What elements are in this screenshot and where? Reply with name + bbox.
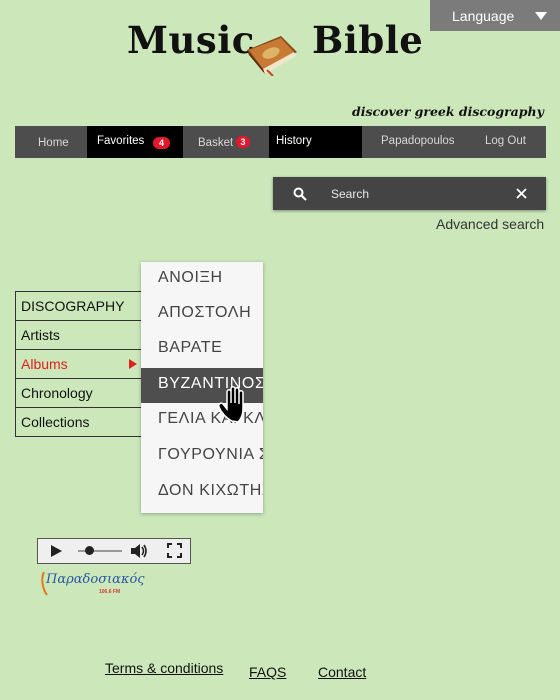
- nav-logout-label: Log Out: [485, 135, 526, 147]
- album-item[interactable]: ΑΠΟΣΤΟΛΗ: [141, 297, 263, 332]
- nav-history[interactable]: History: [269, 126, 362, 158]
- album-item-label: ΓΟΥΡΟΥΝΙΑ Σ: [158, 446, 263, 463]
- nav-user[interactable]: Papadopoulos: [362, 126, 467, 158]
- nav-user-label: Papadopoulos: [381, 135, 455, 147]
- menu-item-discography[interactable]: DISCOGRAPHY: [16, 292, 141, 321]
- discography-menu: DISCOGRAPHY Artists Albums Chronology Co…: [15, 291, 141, 437]
- language-dropdown[interactable]: Language: [430, 0, 560, 31]
- logo-word-music: Music: [127, 18, 255, 62]
- nav-history-label: History: [276, 135, 312, 147]
- album-item[interactable]: ΒΑΡΑΤΕ: [141, 332, 263, 367]
- advanced-search-link[interactable]: Advanced search: [436, 216, 544, 232]
- audio-player: [37, 538, 191, 564]
- contact-link[interactable]: Contact: [318, 664, 366, 680]
- menu-item-artists[interactable]: Artists: [16, 321, 141, 350]
- search-input[interactable]: [329, 183, 493, 205]
- nav-favorites-label: Favorites: [97, 135, 145, 147]
- book-logo-icon: [247, 36, 297, 76]
- album-item-label: ΑΠΟΣΤΟΛΗ: [158, 304, 252, 321]
- search-icon[interactable]: [293, 187, 307, 201]
- nav-logout[interactable]: Log Out: [467, 126, 546, 158]
- menu-item-albums[interactable]: Albums: [16, 350, 141, 379]
- radio-station-logo[interactable]: Παραδοσιακός 106.6 FM: [41, 568, 145, 603]
- language-label: Language: [452, 8, 515, 24]
- volume-icon[interactable]: [130, 542, 148, 560]
- hand-cursor-icon: [218, 386, 244, 423]
- album-item[interactable]: ΔΟΝ ΚΙΧΩΤΗΣ: [141, 475, 263, 510]
- album-item-label: ΑΝΟΙΞΗ: [158, 269, 223, 286]
- faqs-link[interactable]: FAQS: [249, 664, 286, 680]
- nav-basket-label: Basket: [198, 137, 234, 149]
- menu-item-chronology[interactable]: Chronology: [16, 379, 141, 408]
- close-icon[interactable]: [516, 188, 527, 199]
- chevron-down-icon: [535, 12, 547, 20]
- album-item[interactable]: ΓΟΥΡΟΥΝΙΑ Σ: [141, 439, 263, 474]
- menu-item-label: Chronology: [21, 385, 93, 401]
- nav-home-label: Home: [38, 137, 69, 149]
- album-item[interactable]: ΑΝΟΙΞΗ: [141, 262, 263, 297]
- nav-home[interactable]: Home: [15, 126, 87, 158]
- album-item-label: ΔΟΝ ΚΙΧΩΤΗΣ: [158, 482, 263, 499]
- tagline: discover greek discography: [352, 104, 544, 119]
- main-nav: Home Favorites 4 Basket 3 History Papado…: [15, 126, 546, 158]
- chevron-right-icon: [129, 359, 137, 369]
- album-item-label: ΒΑΡΑΤΕ: [158, 339, 223, 356]
- progress-knob[interactable]: [85, 546, 94, 555]
- play-icon[interactable]: [50, 544, 63, 558]
- nav-favorites[interactable]: Favorites 4: [87, 126, 183, 158]
- menu-item-label: Albums: [21, 356, 68, 372]
- search-bar: [273, 177, 546, 210]
- radio-logo-freq: 106.6 FM: [99, 589, 121, 595]
- favorites-count-badge: 4: [153, 137, 170, 149]
- menu-item-label: Artists: [21, 327, 60, 343]
- menu-item-label: Collections: [21, 414, 90, 430]
- basket-count-badge: 3: [236, 136, 250, 148]
- terms-link[interactable]: Terms & conditions: [105, 660, 223, 676]
- logo-word-bible: Bible: [312, 18, 424, 62]
- radio-logo-name: Παραδοσιακός: [46, 572, 145, 587]
- menu-item-collections[interactable]: Collections: [16, 408, 141, 436]
- nav-basket[interactable]: Basket 3: [183, 126, 269, 158]
- fullscreen-icon[interactable]: [167, 543, 182, 558]
- menu-item-label: DISCOGRAPHY: [21, 298, 125, 314]
